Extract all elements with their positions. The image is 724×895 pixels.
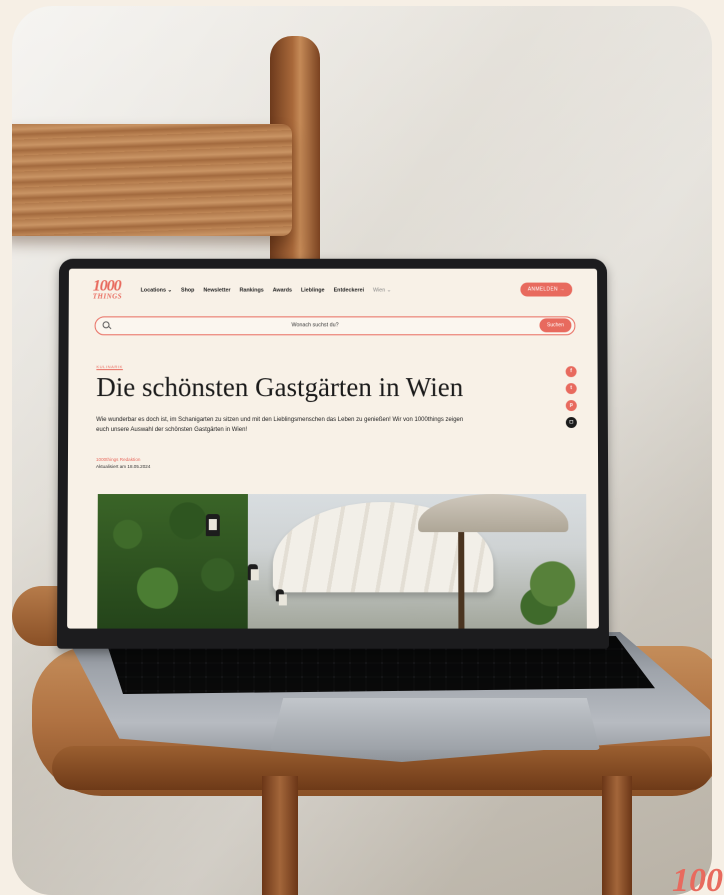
lantern-icon (247, 564, 258, 581)
main-nav: Locations ⌄ Shop Newsletter Rankings Awa… (141, 288, 392, 294)
hero-umbrella-pole (458, 532, 465, 629)
lantern-icon (205, 514, 220, 537)
login-button[interactable]: ANMELDEN → (520, 282, 573, 297)
nav-item-awards[interactable]: Awards (273, 288, 292, 294)
article-updated: Aktualisiert am 18.05.2024 (95, 464, 151, 470)
hero-foliage (97, 494, 248, 629)
logo-word: THINGS (92, 292, 123, 301)
search-input[interactable]: Wonach suchst du? (96, 317, 535, 334)
laptop-screen: 1000 THINGS Locations ⌄ Shop Newsletter … (67, 268, 599, 629)
chair-leg (602, 776, 632, 895)
logo-number: 1000 (92, 277, 121, 295)
search-button[interactable]: Suchen (539, 318, 572, 333)
bookmark-icon[interactable]: ◻ (565, 417, 577, 429)
facebook-share-icon[interactable]: f (565, 366, 577, 378)
nav-item-locations[interactable]: Locations ⌄ (141, 288, 172, 294)
article-hero-image (97, 494, 587, 629)
article-author[interactable]: 1000things Redaktion (96, 457, 140, 462)
hero-palm (518, 554, 587, 629)
twitter-share-icon[interactable]: t (565, 383, 577, 395)
hero-umbrella (418, 494, 569, 533)
nav-item-rankings[interactable]: Rankings (240, 288, 264, 294)
nav-item-entdeckerei[interactable]: Entdeckerei (334, 288, 364, 294)
article-title: Die schönsten Gastgärten in Wien (96, 372, 464, 403)
chair-backrest (12, 124, 292, 236)
pinterest-share-icon[interactable]: p (565, 400, 577, 412)
site-logo[interactable]: 1000 THINGS (92, 277, 129, 305)
nav-item-newsletter[interactable]: Newsletter (203, 288, 230, 294)
lantern-icon (275, 589, 284, 602)
laptop-lid: 1000 THINGS Locations ⌄ Shop Newsletter … (56, 258, 610, 649)
laptop-trackpad (270, 698, 600, 750)
nav-item-shop[interactable]: Shop (181, 288, 194, 294)
photo-scene: 1000 THINGS Locations ⌄ Shop Newsletter … (0, 0, 724, 895)
chair-leg (262, 776, 298, 895)
site-header: 1000 THINGS Locations ⌄ Shop Newsletter … (69, 269, 598, 311)
article-lead: Wie wunderbar es doch ist, im Schanigart… (96, 417, 464, 433)
search-bar[interactable]: Wonach suchst du? Suchen (94, 316, 576, 336)
corner-brand-logo: 100 (672, 862, 723, 895)
article-category[interactable]: KULINARIK (96, 364, 123, 369)
city-selector[interactable]: Wien ⌄ (373, 288, 391, 294)
nav-item-lieblinge[interactable]: Lieblinge (301, 288, 325, 294)
